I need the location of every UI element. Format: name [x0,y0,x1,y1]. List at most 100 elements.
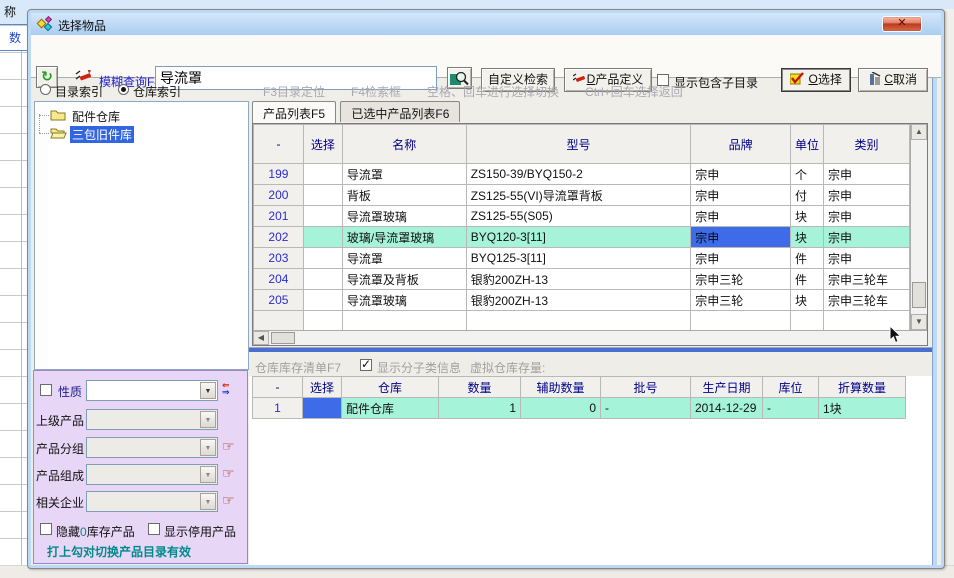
cell[interactable]: 宗申三轮车 [824,290,910,311]
tree-item-label[interactable]: 配件仓库 [70,108,122,125]
pointing-hand-icon[interactable]: ☞ [222,438,235,455]
close-button[interactable]: ✕ [882,16,922,32]
warehouse-index-radio[interactable] [118,84,129,95]
column-header[interactable]: 折算数量 [819,377,906,398]
cell[interactable] [303,269,342,290]
cell[interactable]: 200 [254,185,304,206]
column-header[interactable]: - [253,377,303,398]
cell[interactable]: 宗申三轮车 [824,269,910,290]
cell[interactable]: 宗申 [691,164,791,185]
cell[interactable]: 宗申 [691,206,791,227]
cell[interactable]: 块 [791,227,824,248]
cell[interactable]: 1 [439,398,521,419]
chevron-down-icon[interactable]: ▼ [200,439,216,456]
cell[interactable]: 0 [521,398,601,419]
cell[interactable]: 件 [791,248,824,269]
cell[interactable]: 205 [254,290,304,311]
scroll-up-icon[interactable]: ▲ [911,124,927,140]
scroll-down-icon[interactable]: ▼ [911,314,927,330]
cell[interactable]: 导流罩 [342,248,466,269]
table-row[interactable]: 202玻璃/导流罩玻璃BYQ120-3[11]宗申块宗申 [254,227,910,248]
parent-product-combo[interactable]: ▼ [86,409,218,430]
column-header[interactable]: 库位 [763,377,819,398]
pointing-hand-icon[interactable]: ☞ [222,465,235,482]
cell[interactable]: 银豹200ZH-13 [466,290,691,311]
molecule-info-checkbox[interactable] [360,359,372,371]
cell[interactable]: BYQ120-3[11] [466,227,691,248]
cell[interactable] [303,164,342,185]
cell[interactable]: ZS150-39/BYQ150-2 [466,164,691,185]
panel-splitter[interactable] [249,347,937,352]
related-company-combo[interactable]: ▼ [86,491,218,512]
cell[interactable] [303,290,342,311]
cell[interactable]: 宗申 [691,185,791,206]
column-header[interactable]: 选择 [303,377,342,398]
cell[interactable]: 配件仓库 [342,398,439,419]
tree-item-label-selected[interactable]: 三包旧件库 [70,126,134,143]
cell[interactable]: 个 [791,164,824,185]
cell[interactable]: 2014-12-29 [691,398,763,419]
cell[interactable]: 宗申 [824,206,910,227]
column-header[interactable]: 数量 [439,377,521,398]
nature-checkbox[interactable] [40,384,52,396]
show-disabled-checkbox[interactable] [148,523,160,535]
cell[interactable]: 199 [254,164,304,185]
tree-item-warehouse[interactable]: 配件仓库 [35,106,248,124]
cell[interactable]: 银豹200ZH-13 [466,269,691,290]
column-header[interactable]: 单位 [791,125,824,164]
cell[interactable]: - [763,398,819,419]
horizontal-scrollbar[interactable]: ◀ [253,330,927,345]
cell[interactable]: 宗申 [824,227,910,248]
cell[interactable]: 块 [791,290,824,311]
product-group-combo[interactable]: ▼ [86,437,218,458]
chevron-down-icon[interactable]: ▼ [200,382,216,399]
column-header[interactable]: 仓库 [342,377,439,398]
column-header[interactable]: 辅助数量 [521,377,601,398]
catalog-index-radio[interactable] [40,84,51,95]
column-header[interactable]: 名称 [342,125,466,164]
cell[interactable]: 宗申 [691,248,791,269]
hide-zero-stock-checkbox[interactable] [40,523,52,535]
cell[interactable]: ZS125-55(VI)导流罩背板 [466,185,691,206]
column-header[interactable]: 生产日期 [691,377,763,398]
table-row[interactable]: 204导流罩及背板银豹200ZH-13宗申三轮件宗申三轮车 [254,269,910,290]
nature-combo[interactable]: ▼ [86,380,218,401]
cell[interactable]: 1 [253,398,303,419]
chevron-down-icon[interactable]: ▼ [200,411,216,428]
pointing-hand-icon[interactable]: ☞ [222,492,235,509]
scrollbar-thumb[interactable] [271,332,295,344]
table-row[interactable]: 205导流罩玻璃银豹200ZH-13宗申三轮块宗申三轮车 [254,290,910,311]
cell[interactable]: 付 [791,185,824,206]
cell[interactable]: 背板 [342,185,466,206]
cell[interactable]: 宗申 [824,248,910,269]
cell[interactable]: ZS125-55(S05) [466,206,691,227]
cell[interactable] [303,206,342,227]
column-header[interactable]: - [254,125,304,164]
cell[interactable]: 204 [254,269,304,290]
table-row[interactable]: 1配件仓库10-2014-12-29-1块 [253,398,906,419]
cell[interactable]: 宗申三轮 [691,269,791,290]
cell[interactable]: 导流罩 [342,164,466,185]
cell[interactable]: 块 [791,206,824,227]
cell[interactable]: 宗申 [824,185,910,206]
swap-icon[interactable]: ⇐⇒ [222,382,238,396]
column-header[interactable]: 类别 [824,125,910,164]
scroll-left-icon[interactable]: ◀ [253,331,269,345]
tree-item-warehouse[interactable]: 三包旧件库 [35,124,248,142]
table-row[interactable]: 200背板ZS125-55(VI)导流罩背板宗申付宗申 [254,185,910,206]
vertical-scrollbar[interactable]: ▲ ▼ [910,124,927,330]
scrollbar-thumb[interactable] [912,282,926,308]
product-compose-combo[interactable]: ▼ [86,464,218,485]
table-row[interactable]: 199导流罩ZS150-39/BYQ150-2宗申个宗申 [254,164,910,185]
cell[interactable]: 玻璃/导流罩玻璃 [342,227,466,248]
cell[interactable]: 导流罩玻璃 [342,290,466,311]
tab-selected-products[interactable]: 已选中产品列表F6 [340,101,460,122]
cell[interactable]: 1块 [819,398,906,419]
cell[interactable]: 宗申 [691,227,791,248]
cell[interactable]: 宗申 [824,164,910,185]
tab-product-list[interactable]: 产品列表F5 [252,101,336,123]
column-header[interactable]: 选择 [303,125,342,164]
cell[interactable] [303,248,342,269]
cell[interactable]: 导流罩玻璃 [342,206,466,227]
column-header[interactable]: 品牌 [691,125,791,164]
